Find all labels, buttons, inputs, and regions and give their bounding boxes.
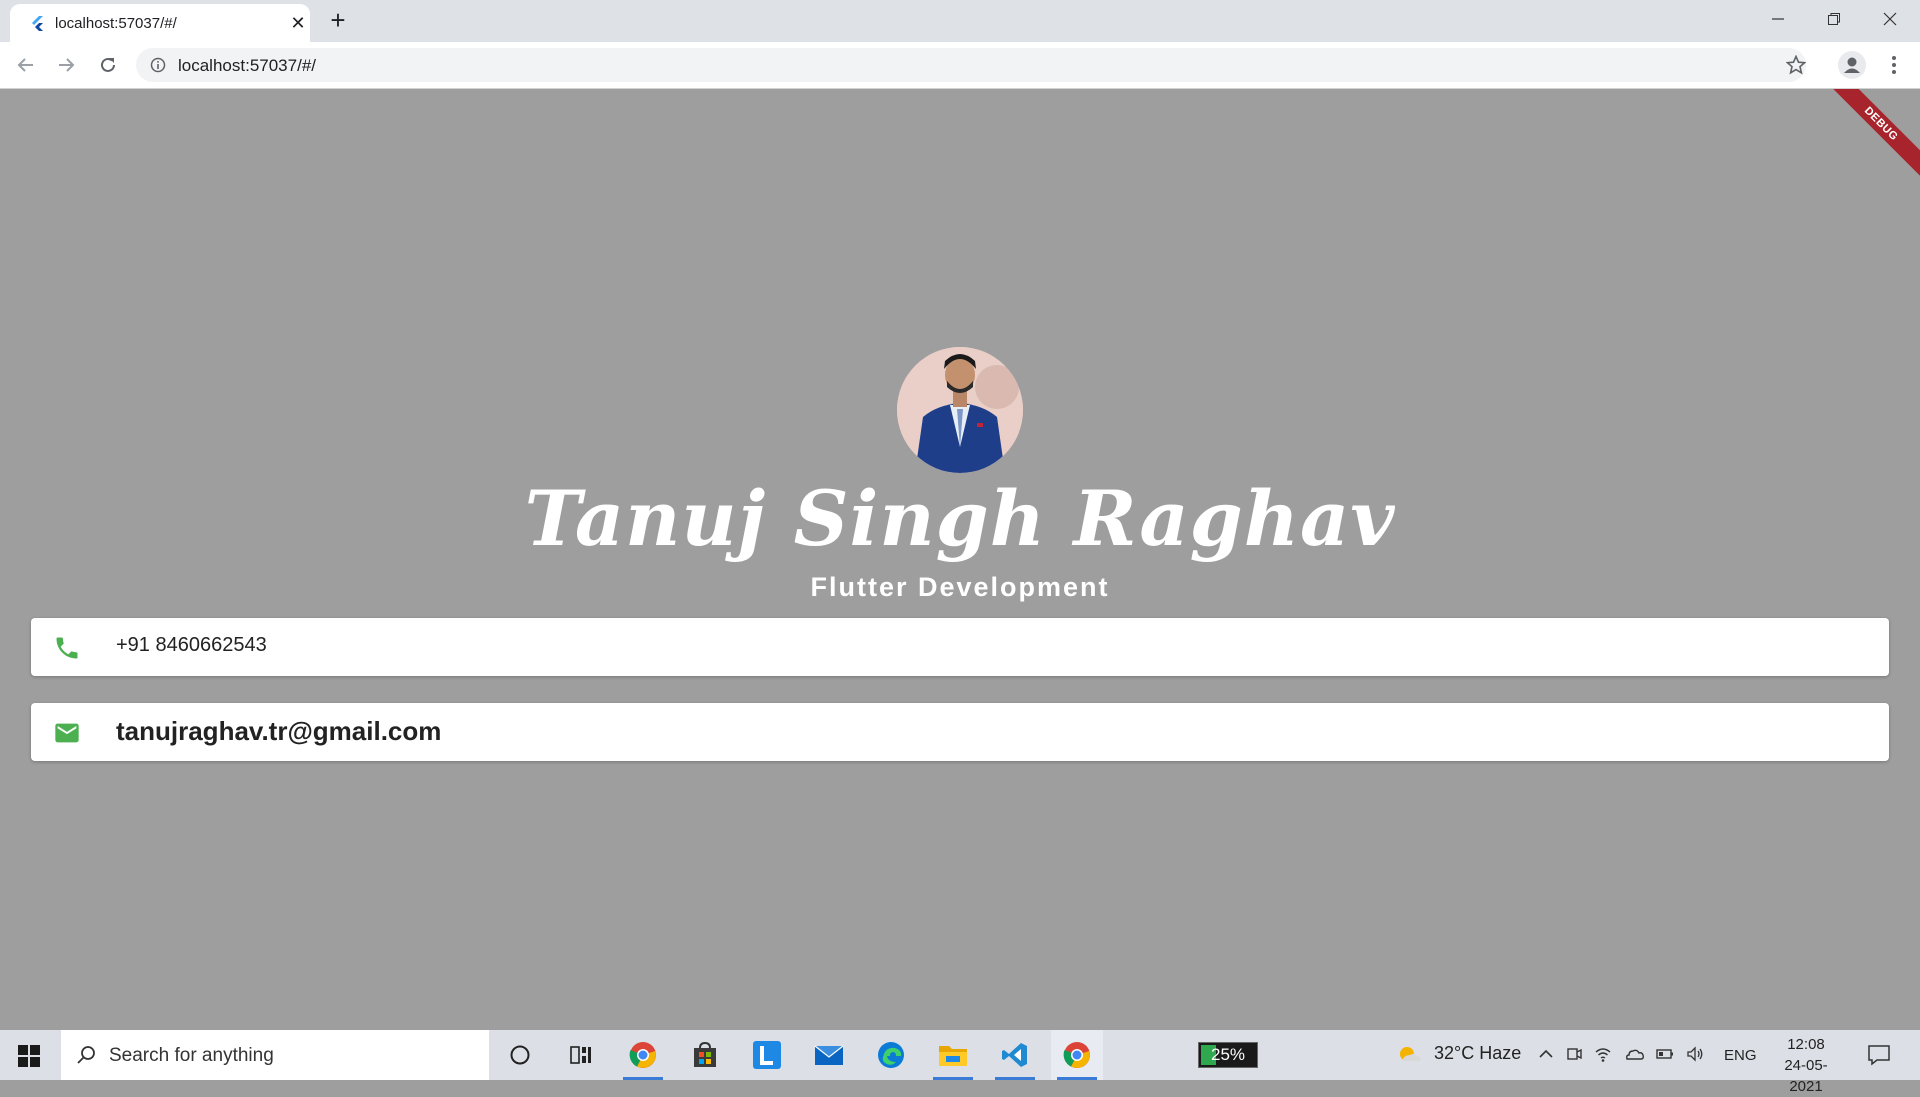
store-icon (694, 1041, 716, 1067)
taskbar-edge[interactable] (865, 1030, 917, 1080)
profile-photo (897, 347, 1023, 473)
avatar (897, 347, 1023, 473)
browser-toolbar: localhost:57037/#/ (0, 42, 1920, 89)
cortana-button[interactable] (494, 1030, 546, 1080)
chrome-icon (1063, 1042, 1090, 1068)
debug-banner: DEBUG (1821, 89, 1920, 184)
browser-tab[interactable]: localhost:57037/#/ ✕ (10, 4, 310, 42)
battery-indicator[interactable]: 25% (1198, 1042, 1258, 1068)
app-viewport: DEBUG Tanuj Singh Raghav Flutter Develop… (0, 89, 1920, 1030)
wifi-icon[interactable] (1594, 1044, 1612, 1064)
vscode-icon (1002, 1043, 1027, 1067)
chevron-up-icon[interactable] (1538, 1044, 1554, 1064)
taskbar-search[interactable]: Search for anything (61, 1030, 489, 1080)
system-tray (1538, 1044, 1704, 1064)
onedrive-icon[interactable] (1624, 1044, 1644, 1064)
email-address: tanujraghav.tr@gmail.com (116, 716, 442, 746)
edge-icon (878, 1042, 904, 1068)
clock-time: 12:08 (1787, 1036, 1825, 1053)
forward-button[interactable] (52, 51, 80, 79)
phone-number: +91 8460662543 (116, 634, 267, 656)
weather-sun-icon[interactable] (1396, 1043, 1422, 1067)
taskbar-mail[interactable] (803, 1030, 855, 1080)
task-view-icon (570, 1046, 591, 1064)
minimize-button[interactable] (1750, 0, 1806, 38)
new-tab-button[interactable]: + (325, 7, 351, 34)
back-button[interactable] (12, 51, 40, 79)
more-menu-icon[interactable] (1884, 53, 1904, 77)
battery-icon[interactable] (1656, 1044, 1674, 1064)
mail-icon (814, 1045, 844, 1065)
minimize-icon (1772, 18, 1784, 20)
close-icon (1883, 12, 1897, 26)
clock[interactable]: 12:08 24-05-2021 (1770, 1034, 1842, 1097)
search-icon (77, 1046, 95, 1064)
clock-date: 24-05-2021 (1784, 1057, 1828, 1095)
taskbar-file-explorer[interactable] (927, 1030, 979, 1080)
l-app-icon (753, 1041, 781, 1069)
volume-icon[interactable] (1686, 1044, 1704, 1064)
taskbar-store[interactable] (679, 1030, 731, 1080)
weather-text[interactable]: 32°C Haze (1434, 1043, 1521, 1064)
address-bar[interactable]: localhost:57037/#/ (136, 48, 1806, 82)
task-view-button[interactable] (555, 1030, 607, 1080)
url-text: localhost:57037/#/ (178, 56, 316, 75)
windows-start-icon[interactable] (18, 1045, 40, 1067)
taskbar-vscode[interactable] (989, 1030, 1041, 1080)
profile-subtitle: Flutter Development (810, 572, 1110, 602)
folder-icon (939, 1046, 967, 1066)
battery-percent: 25% (1210, 1045, 1246, 1064)
flutter-icon (32, 16, 43, 31)
taskbar-l-app[interactable] (741, 1030, 793, 1080)
profile-name: Tanuj Singh Raghav (524, 474, 1396, 563)
search-placeholder: Search for anything (109, 1045, 274, 1066)
chrome-icon (629, 1042, 656, 1068)
notification-icon[interactable] (1867, 1044, 1891, 1066)
email-card[interactable]: tanujraghav.tr@gmail.com (31, 703, 1889, 761)
email-icon (55, 723, 79, 743)
browser-titlebar: localhost:57037/#/ ✕ + (0, 0, 1920, 42)
taskbar-chrome-2[interactable] (1051, 1030, 1103, 1080)
cortana-icon (510, 1045, 530, 1065)
taskbar: Search for anything 25% 32°C Haze ENG 12… (0, 1030, 1920, 1095)
close-window-button[interactable] (1862, 0, 1918, 38)
back-arrow-icon (17, 58, 33, 72)
info-icon[interactable] (150, 57, 166, 73)
bookmark-star-icon[interactable] (1786, 55, 1806, 75)
profile-avatar[interactable] (1838, 51, 1866, 79)
meet-now-icon[interactable] (1566, 1044, 1582, 1064)
reload-icon (101, 57, 115, 72)
language-indicator[interactable]: ENG (1724, 1047, 1757, 1064)
phone-card[interactable]: +91 8460662543 (31, 618, 1889, 676)
forward-arrow-icon (59, 58, 75, 72)
restore-button[interactable] (1806, 0, 1862, 38)
tab-title: localhost:57037/#/ (55, 15, 177, 32)
tab-close-icon[interactable]: ✕ (288, 13, 308, 33)
restore-icon (1828, 13, 1840, 25)
taskbar-chrome-1[interactable] (617, 1030, 669, 1080)
profile-icon (1844, 57, 1860, 73)
phone-icon (56, 637, 78, 659)
reload-button[interactable] (94, 51, 122, 79)
